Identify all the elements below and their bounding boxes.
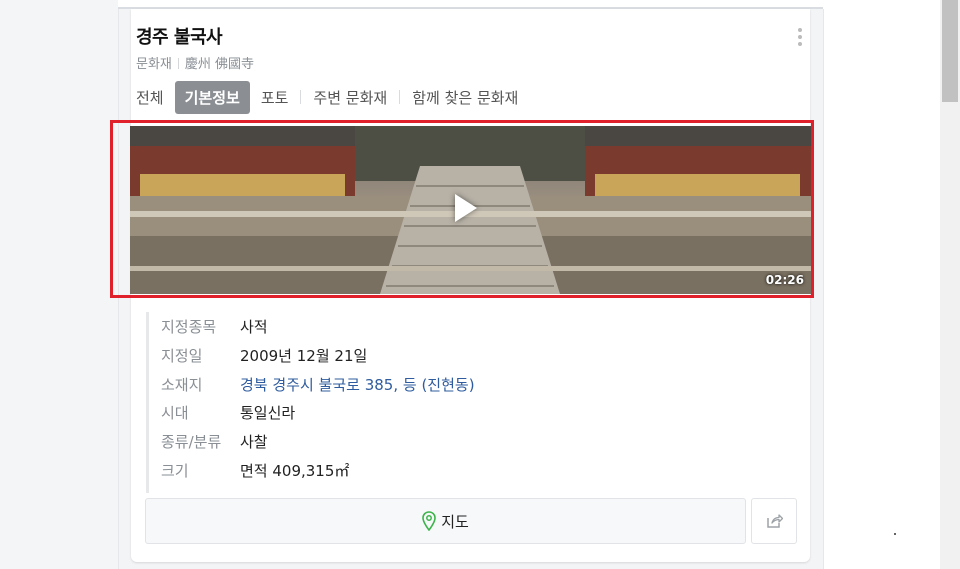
info-value: 2009년 12월 21일: [240, 346, 368, 365]
more-vertical-icon[interactable]: [797, 28, 803, 48]
right-background: [823, 0, 940, 569]
tab-basic-info[interactable]: 기본정보: [174, 80, 250, 114]
map-button[interactable]: 지도: [145, 498, 746, 544]
stray-dot: [894, 533, 896, 535]
tab-photo[interactable]: 포토: [261, 87, 289, 108]
info-row-designation-date: 지정일 2009년 12월 21일: [161, 341, 367, 369]
info-label: 소재지: [161, 375, 203, 394]
info-row-era: 시대 통일신라: [161, 398, 295, 426]
info-label: 종류/분류: [161, 432, 222, 451]
video-duration: 02:26: [765, 273, 804, 287]
info-label: 크기: [161, 461, 189, 480]
page-title: 경주 불국사: [136, 27, 223, 48]
info-divider-bar: [146, 312, 149, 493]
left-background: [0, 0, 118, 569]
info-label: 지정일: [161, 346, 203, 365]
info-value: 사적: [240, 317, 268, 336]
info-value: 사찰: [240, 432, 268, 451]
share-button[interactable]: [751, 498, 797, 544]
info-label: 지정종목: [161, 317, 217, 336]
tab-divider: [399, 90, 401, 104]
address-link[interactable]: 경북 경주시 불국로 385, 등 (진현동): [240, 374, 475, 395]
heritage-card: 경주 불국사 문화재 慶州 佛國寺 전체 기본정보 포토 주변 문화재 함께 찾은…: [110, 9, 814, 562]
tab-divider: [300, 90, 302, 104]
info-row-location: 소재지 경북 경주시 불국로 385, 등 (진현동): [161, 370, 475, 398]
subtitle: 문화재 慶州 佛國寺: [136, 53, 254, 72]
tab-bar: 전체 기본정보 포토 주변 문화재 함께 찾은 문화재: [136, 80, 518, 114]
info-value: 통일신라: [240, 403, 296, 422]
hanja-name: 慶州 佛國寺: [184, 57, 255, 72]
info-value: 면적 409,315㎡: [240, 461, 350, 480]
info-label: 시대: [161, 403, 189, 422]
tab-also-searched[interactable]: 함께 찾은 문화재: [412, 87, 518, 108]
tab-nearby-heritage[interactable]: 주변 문화재: [313, 87, 387, 108]
play-icon[interactable]: [455, 194, 477, 222]
share-icon: [767, 514, 783, 528]
top-strip: [118, 0, 823, 9]
scrollbar-thumb[interactable]: [942, 0, 958, 102]
heritage-panel: 경주 불국사 문화재 慶州 佛國寺 전체 기본정보 포토 주변 문화재 함께 찾은…: [110, 9, 824, 569]
category-label: 문화재: [136, 57, 172, 72]
info-row-category: 종류/분류 사찰: [161, 427, 268, 455]
map-button-label: 지도: [441, 512, 469, 531]
info-row-designation-type: 지정종목 사적: [161, 312, 268, 340]
video-player[interactable]: 02:26: [130, 126, 811, 294]
map-pin-icon: [422, 511, 436, 531]
tab-all[interactable]: 전체: [136, 87, 164, 108]
subtitle-divider: [177, 58, 179, 69]
info-row-size: 크기 면적 409,315㎡: [161, 456, 349, 484]
